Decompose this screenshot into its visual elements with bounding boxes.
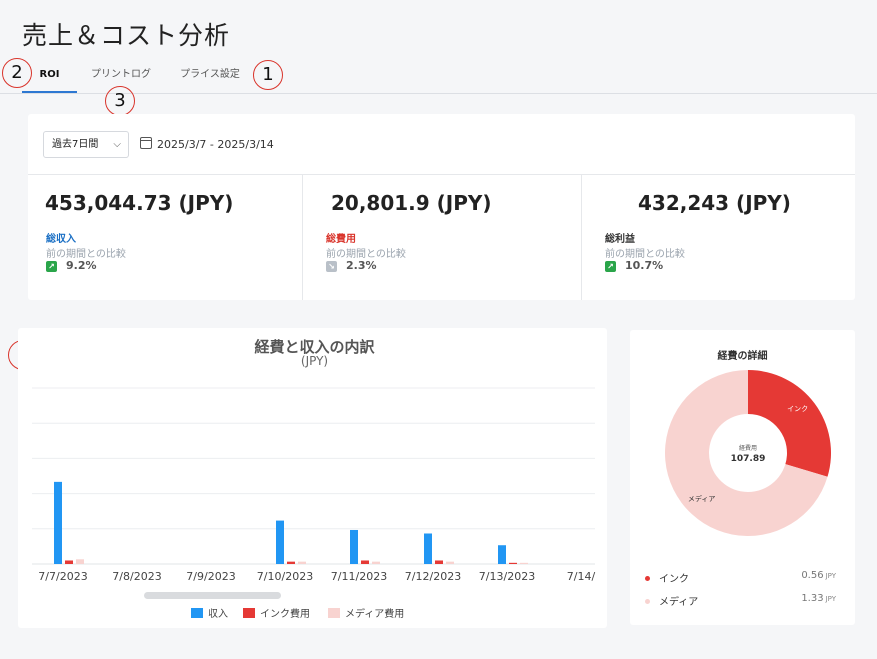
kpi-total-profit-label: 総利益 bbox=[605, 234, 635, 245]
annotation-marker-2: 2 bbox=[2, 58, 32, 88]
kpi-total-cost-label: 総費用 bbox=[326, 234, 356, 245]
kpi-compare-label: 前の期間との比較 bbox=[605, 249, 685, 260]
bar bbox=[54, 481, 62, 564]
bar bbox=[509, 562, 517, 564]
legend-item-income[interactable]: 収入 bbox=[191, 605, 228, 620]
legend-label: メディア bbox=[659, 597, 699, 608]
donut-legend-ink[interactable]: インク 0.56 JPY bbox=[645, 570, 840, 586]
legend-label: メディア費用 bbox=[345, 609, 405, 620]
chart-scrollbar[interactable] bbox=[144, 592, 281, 599]
legend-dot bbox=[645, 599, 650, 604]
kpi-change-value: 10.7% bbox=[625, 259, 664, 272]
kpi-total-cost-change: ↘ 2.3% bbox=[326, 259, 377, 272]
x-tick-label: 7/11/2023 bbox=[331, 570, 387, 583]
date-range-picker[interactable]: 2025/3/7 - 2025/3/14 bbox=[140, 136, 274, 154]
kpi-total-profit-value: 432,243 (JPY) bbox=[638, 191, 791, 215]
tab-bar: ROI プリントログ プライス設定 bbox=[0, 58, 877, 94]
chevron-down-icon: ⌵ bbox=[113, 139, 121, 150]
legend-value: 0.56 JPY bbox=[801, 570, 836, 581]
x-tick-label: 7/14/ bbox=[567, 570, 596, 583]
donut-title: 経費の詳細 bbox=[717, 351, 768, 362]
kpi-total-revenue-label: 総収入 bbox=[46, 234, 76, 245]
divider bbox=[302, 175, 303, 300]
value-number: 0.56 bbox=[801, 570, 824, 581]
x-tick-label: 7/13/2023 bbox=[479, 570, 535, 583]
divider bbox=[581, 175, 582, 300]
donut-chart: インクメディア 経費用 107.89 bbox=[665, 370, 831, 536]
legend-item-media-cost[interactable]: メディア費用 bbox=[328, 605, 404, 620]
divider bbox=[28, 174, 855, 175]
donut-legend-media[interactable]: メディア 1.33 JPY bbox=[645, 593, 840, 609]
bar bbox=[520, 562, 528, 564]
bar bbox=[361, 560, 369, 564]
legend-value: 1.33 JPY bbox=[801, 593, 836, 604]
legend-item-ink-cost[interactable]: インク費用 bbox=[243, 605, 310, 620]
legend-label: インク費用 bbox=[260, 609, 310, 620]
bar bbox=[350, 529, 358, 564]
trend-up-icon: ↗ bbox=[46, 261, 57, 272]
tab-price-settings[interactable]: プライス設定 bbox=[170, 58, 250, 93]
trend-down-icon: ↘ bbox=[326, 261, 337, 272]
x-tick-label: 7/9/2023 bbox=[186, 570, 235, 583]
bar bbox=[287, 561, 295, 564]
bar bbox=[76, 559, 84, 564]
trend-up-icon: ↗ bbox=[605, 261, 616, 272]
value-number: 1.33 bbox=[801, 593, 824, 604]
kpi-compare-label: 前の期間との比較 bbox=[326, 249, 406, 260]
legend-swatch bbox=[191, 608, 203, 618]
chart-subtitle: (JPY) bbox=[300, 354, 329, 368]
period-select-value: 過去7日間 bbox=[52, 139, 99, 150]
bar bbox=[498, 545, 506, 564]
x-tick-label: 7/7/2023 bbox=[38, 570, 87, 583]
bar bbox=[435, 560, 443, 564]
bar bbox=[446, 561, 454, 564]
bar bbox=[372, 561, 380, 564]
kpi-total-revenue-value: 453,044.73 (JPY) bbox=[45, 191, 234, 215]
date-range-value: 2025/3/7 - 2025/3/14 bbox=[157, 138, 274, 151]
kpi-compare-label: 前の期間との比較 bbox=[46, 249, 126, 260]
bar-chart: 7/7/2023 7/8/2023 7/9/2023 7/10/2023 7/11/20… bbox=[32, 387, 596, 583]
bar bbox=[65, 560, 73, 564]
kpi-change-value: 9.2% bbox=[66, 259, 97, 272]
x-tick-label: 7/12/2023 bbox=[405, 570, 461, 583]
donut-center-value: 107.89 bbox=[731, 454, 766, 464]
value-unit: JPY bbox=[825, 595, 836, 603]
value-unit: JPY bbox=[825, 572, 836, 580]
bar bbox=[424, 533, 432, 564]
annotation-marker-3: 3 bbox=[105, 86, 135, 116]
calendar-icon bbox=[140, 137, 152, 149]
annotation-marker-1: 1 bbox=[253, 60, 283, 90]
page-title: 売上＆コスト分析 bbox=[22, 21, 231, 50]
legend-label: インク bbox=[659, 574, 689, 585]
period-select[interactable]: 過去7日間 ⌵ bbox=[43, 131, 129, 158]
x-tick-label: 7/8/2023 bbox=[112, 570, 161, 583]
slice-label: メディア bbox=[688, 494, 716, 503]
slice-label: インク bbox=[787, 405, 808, 413]
bar bbox=[276, 520, 284, 564]
legend-swatch bbox=[243, 608, 255, 618]
donut-center-label: 経費用 bbox=[739, 444, 757, 452]
kpi-total-revenue-change: ↗ 9.2% bbox=[46, 259, 97, 272]
kpi-total-profit-change: ↗ 10.7% bbox=[605, 259, 663, 272]
legend-label: 収入 bbox=[208, 609, 228, 620]
kpi-change-value: 2.3% bbox=[346, 259, 377, 272]
legend-swatch bbox=[328, 608, 340, 618]
legend-dot bbox=[645, 576, 650, 581]
bar bbox=[298, 561, 306, 564]
kpi-total-cost-value: 20,801.9 (JPY) bbox=[331, 191, 492, 215]
x-tick-label: 7/10/2023 bbox=[257, 570, 313, 583]
